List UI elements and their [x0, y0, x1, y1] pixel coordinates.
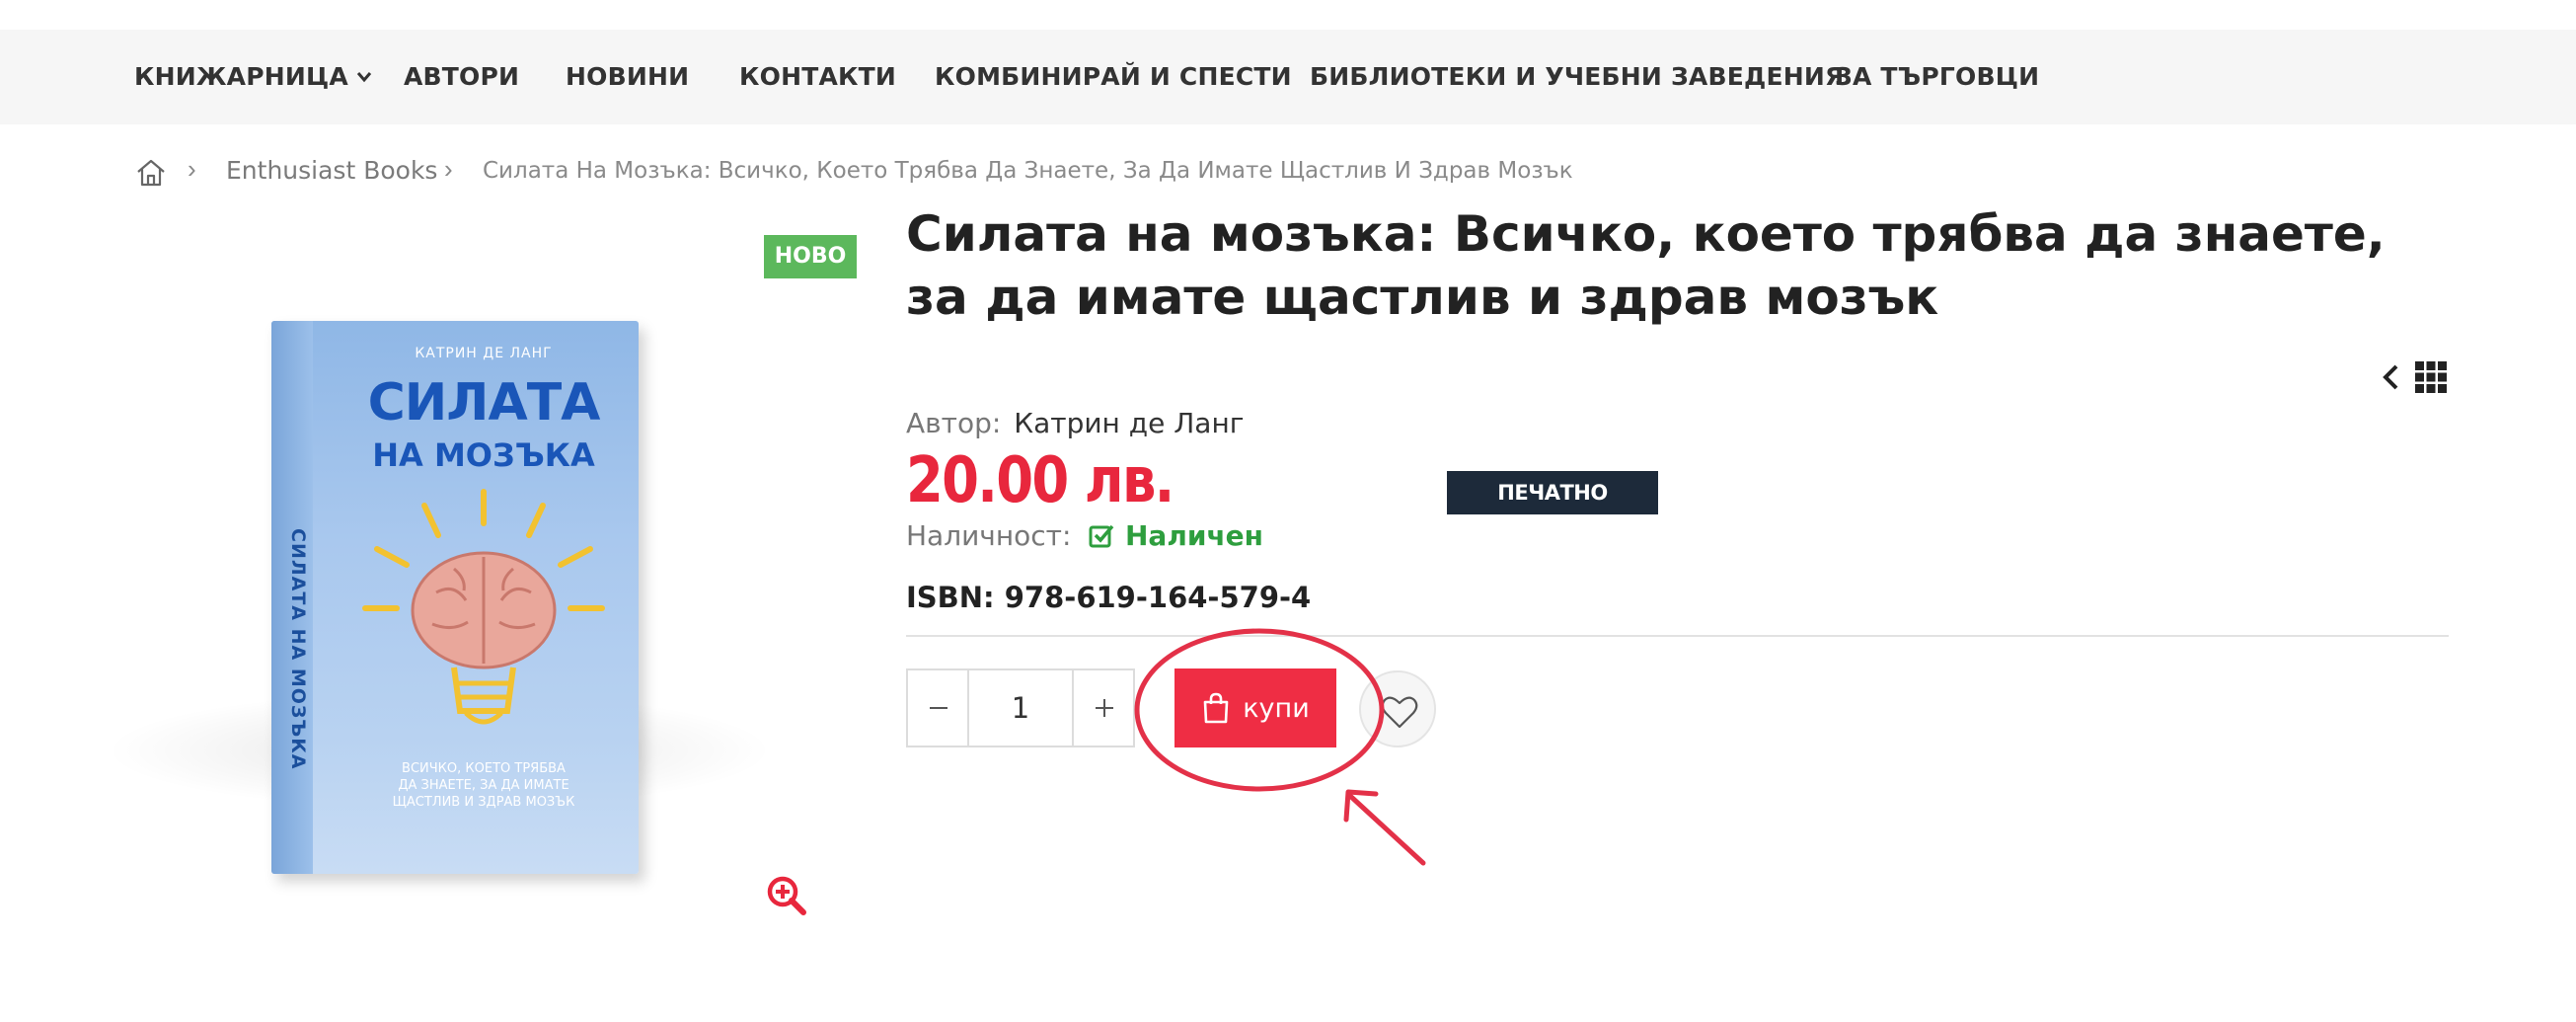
breadcrumb-separator: ›	[188, 154, 196, 184]
book-spine: СИЛАТА НА МОЗЪКА	[271, 321, 313, 874]
chevron-left-icon[interactable]	[2379, 360, 2402, 394]
nav-item-for-traders[interactable]: ЗА ТЪРГОВЦИ	[1835, 30, 2039, 124]
annotation-arrow	[1343, 789, 1426, 866]
check-square-icon	[1088, 521, 1115, 549]
breadcrumb-link-publisher[interactable]: Enthusiast Books	[226, 156, 437, 185]
isbn: ISBN: 978-619-164-579-4	[906, 581, 1312, 614]
nav-item-label: КНИЖАРНИЦА	[134, 62, 348, 91]
nav-item-authors[interactable]: АВТОРИ	[404, 30, 519, 124]
product-price: 20.00 лв.	[906, 444, 1174, 517]
stock-status: Наличен	[1088, 519, 1263, 552]
highlight-ellipse	[1134, 628, 1385, 792]
quantity-stepper	[906, 668, 1135, 747]
quantity-input[interactable]	[969, 670, 1072, 746]
new-badge: НОВО	[764, 235, 857, 278]
plus-icon	[1096, 699, 1113, 717]
grid-icon[interactable]	[2414, 360, 2448, 394]
edition-badge: ПЕЧАТНО ИЗДАНИЕ	[1447, 471, 1658, 548]
breadcrumb-current: Силата На Мозъка: Всичко, Което Трябва Д…	[483, 158, 1573, 184]
stock-value: Наличен	[1125, 519, 1264, 552]
cover-title-line1: СИЛАТА	[367, 373, 601, 432]
nav-item-bookstore[interactable]: КНИЖАРНИЦА	[134, 30, 372, 124]
author-link[interactable]: Катрин де Ланг	[1014, 407, 1244, 439]
stock-label: Наличност:	[906, 519, 1072, 552]
home-icon[interactable]	[134, 156, 168, 190]
zoom-in-icon[interactable]	[765, 874, 808, 917]
nav-item-combine-save[interactable]: КОМБИНИРАЙ И СПЕСТИ	[935, 30, 1292, 124]
cover-subtitle-line1: ВСИЧКО, КОЕТО ТРЯБВА	[402, 761, 566, 776]
cover-subtitle: ВСИЧКО, КОЕТО ТРЯБВА ДА ЗНАЕТЕ, ЗА ДА ИМ…	[345, 760, 622, 811]
cover-subtitle-line2: ДА ЗНАЕТЕ, ЗА ДА ИМАТЕ	[398, 778, 569, 793]
chevron-down-icon	[356, 28, 372, 122]
author-row: Автор: Катрин де Ланг	[906, 407, 1244, 439]
cover-subtitle-line3: ЩАСТЛИВ И ЗДРАВ МОЗЪК	[392, 795, 575, 810]
breadcrumb-separator: ›	[444, 154, 453, 184]
product-image[interactable]: СИЛАТА НА МОЗЪКА КАТРИН ДЕ ЛАНГ СИЛАТА Н…	[104, 227, 795, 918]
nav-item-news[interactable]: НОВИНИ	[566, 30, 689, 124]
author-label: Автор:	[906, 407, 1002, 439]
brain-lightbulb-illustration	[362, 489, 605, 725]
quantity-increase-button[interactable]	[1072, 670, 1133, 746]
nav-item-contacts[interactable]: КОНТАКТИ	[739, 30, 896, 124]
minus-icon	[930, 707, 947, 709]
nav-item-libraries-schools[interactable]: БИБЛИОТЕКИ И УЧЕБНИ ЗАВЕДЕНИЯ	[1310, 30, 1844, 124]
product-title: Силата на мозъка: Всичко, което трябва д…	[906, 205, 2386, 326]
spine-title: СИЛАТА НА МОЗЪКА	[287, 528, 309, 770]
quantity-decrease-button[interactable]	[908, 670, 969, 746]
cover-author: КАТРИН ДЕ ЛАНГ	[415, 346, 553, 361]
cover-title-line2: НА МОЗЪКА	[372, 436, 595, 474]
main-navigation: КНИЖАРНИЦА АВТОРИ НОВИНИ КОНТАКТИ КОМБИН…	[0, 30, 2576, 124]
